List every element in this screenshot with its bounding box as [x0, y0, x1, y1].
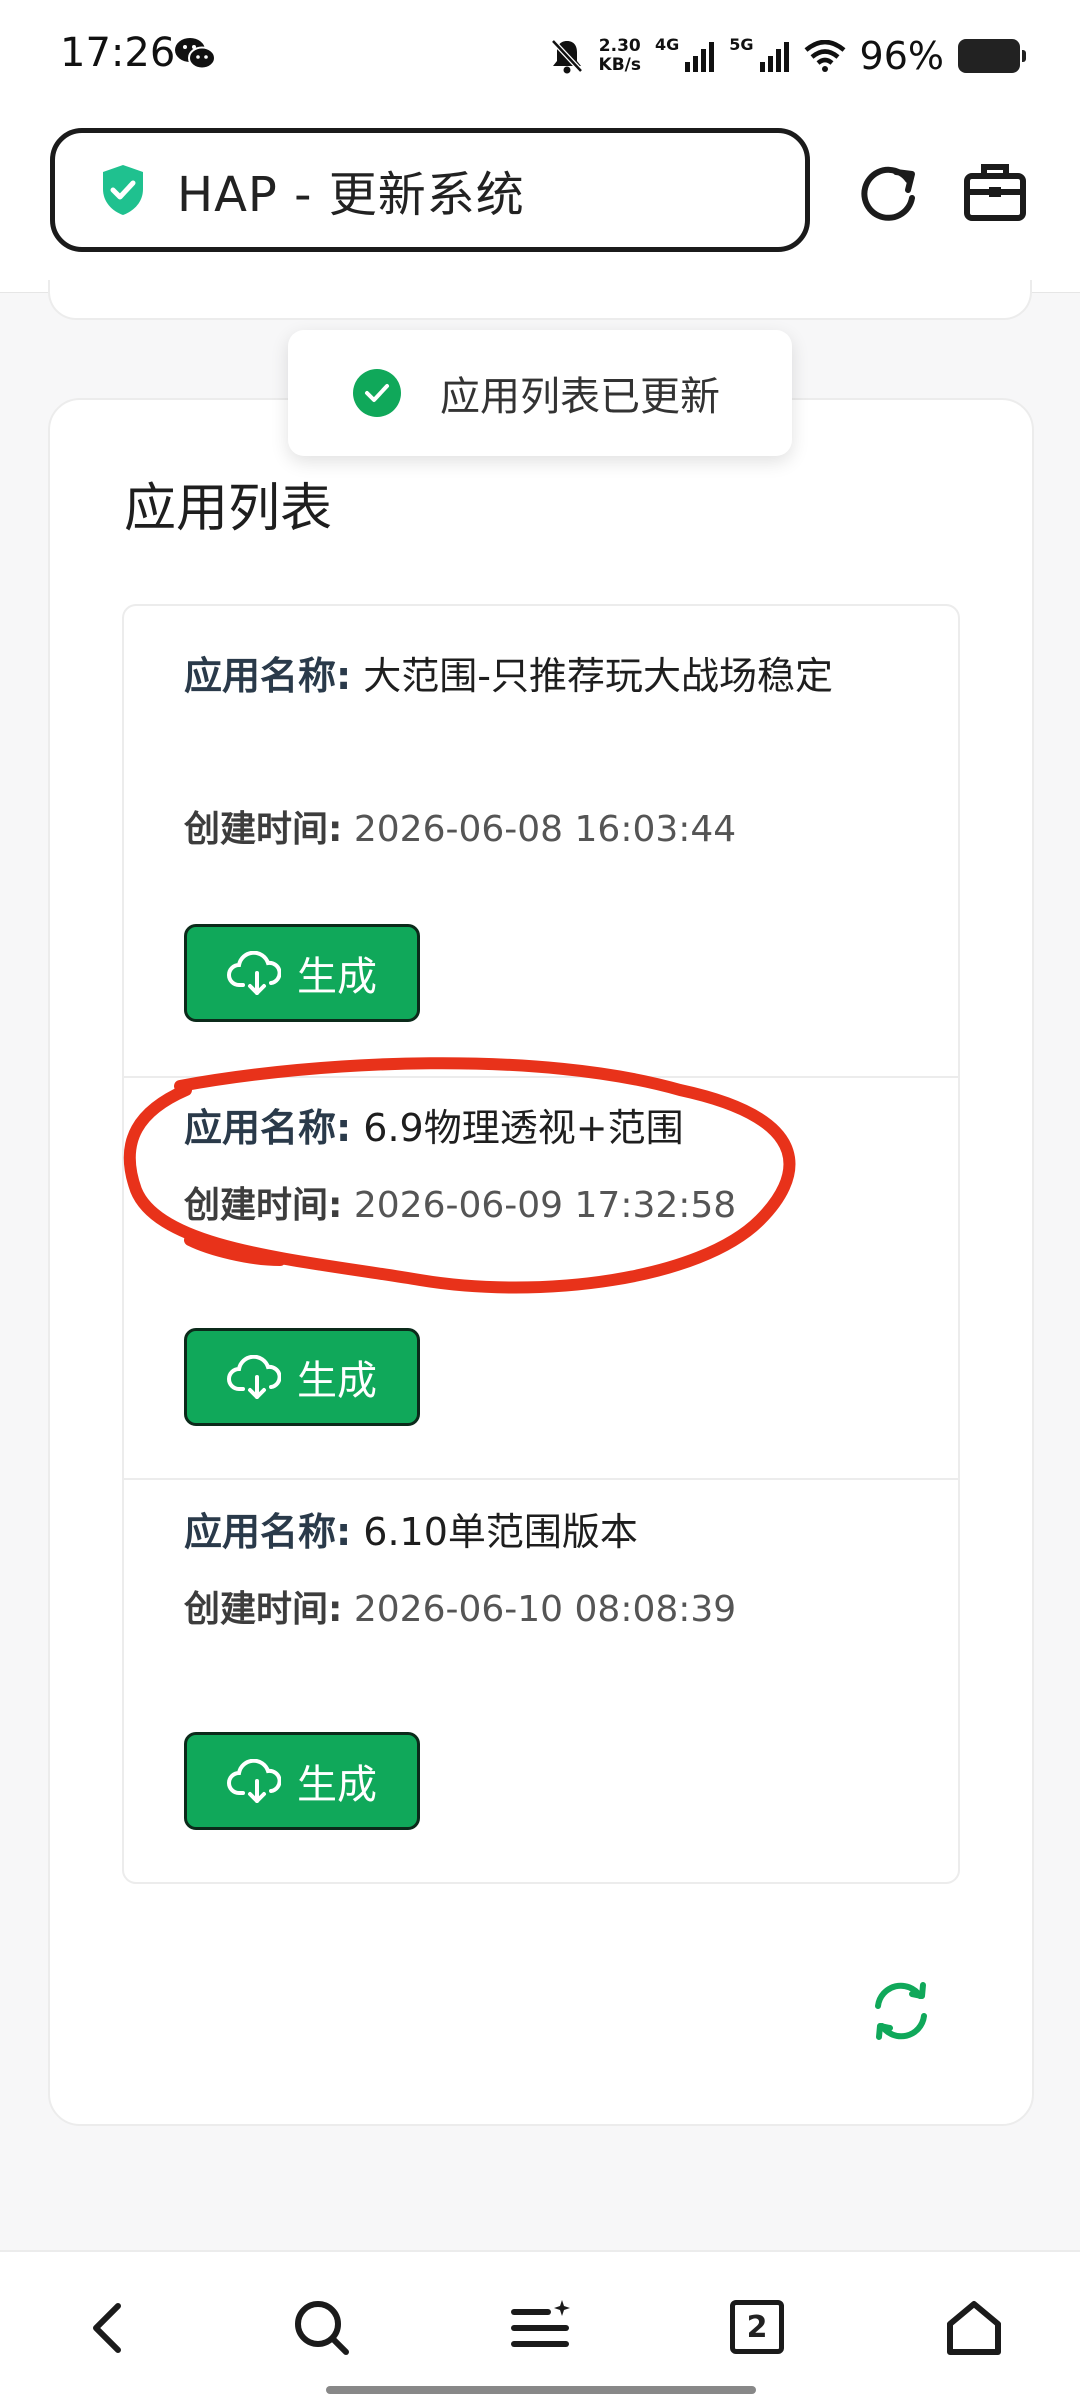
gesture-bar[interactable]: [326, 2386, 756, 2394]
signal-icon-2: [759, 42, 789, 72]
app-name: 应用名称: 6.10单范围版本: [184, 1490, 884, 1574]
network-label-5g: 5G: [729, 34, 754, 54]
generate-button-label: 生成: [297, 954, 377, 1000]
net-speed-value: 2.30: [598, 36, 641, 56]
battery-icon: [958, 39, 1026, 73]
list-item: 应用名称: 6.10单范围版本 创建时间: 2026-06-10 08:08:3…: [124, 1478, 958, 1882]
toast-message: 应用列表已更新: [440, 374, 720, 420]
check-circle-icon: [353, 369, 401, 417]
refresh-list-icon[interactable]: [868, 1978, 934, 2044]
tabs-button[interactable]: 2: [730, 2300, 784, 2354]
previous-card-edge: [48, 280, 1032, 320]
cloud-download-icon: [227, 951, 281, 995]
created-time-value: 2026-06-08 16:03:44: [353, 809, 737, 850]
back-icon[interactable]: [82, 2298, 134, 2358]
generate-button[interactable]: 生成: [184, 1732, 420, 1830]
address-bar[interactable]: HAP - 更新系统: [50, 128, 810, 252]
red-circle-annotation: [123, 1057, 796, 1294]
wechat-icon: [175, 38, 216, 70]
app-name-value: 6.10单范围版本: [363, 1510, 638, 1554]
signal-icon-1: [685, 42, 715, 72]
cloud-download-icon: [227, 1759, 281, 1803]
section-title: 应用列表: [124, 479, 333, 539]
app-name: 应用名称: 大范围-只推荐玩大战场稳定: [184, 634, 884, 718]
mute-bell-icon: [550, 39, 583, 74]
network-label-4g: 4G: [655, 34, 680, 54]
status-bar: 17:26 2.30 KB/s 4G 5G 96%: [0, 0, 1080, 112]
tab-count: 2: [746, 2309, 768, 2345]
status-indicators: 2.30 KB/s 4G 5G 96%: [549, 30, 1026, 82]
shield-check-icon: [103, 165, 143, 215]
app-name-label: 应用名称:: [184, 1510, 352, 1554]
generate-button[interactable]: 生成: [184, 924, 420, 1022]
bottom-navigation: 2: [0, 2250, 1080, 2402]
app-name-value: 大范围-只推荐玩大战场稳定: [363, 654, 834, 698]
created-time: 创建时间: 2026-06-08 16:03:44: [184, 800, 884, 860]
reload-icon[interactable]: [856, 162, 922, 228]
generate-button[interactable]: 生成: [184, 1328, 420, 1426]
net-speed: 2.30 KB/s: [599, 37, 641, 75]
status-time: 17:26: [60, 30, 176, 76]
created-time-label: 创建时间:: [184, 809, 343, 850]
search-icon[interactable]: [292, 2298, 352, 2358]
created-time-label: 创建时间:: [184, 1589, 343, 1630]
toast-notification: 应用列表已更新: [288, 330, 792, 456]
menu-sparkle-icon[interactable]: [510, 2298, 574, 2358]
browser-toolbar: HAP - 更新系统: [0, 112, 1080, 293]
home-icon[interactable]: [944, 2298, 1004, 2358]
generate-button-label: 生成: [297, 1762, 377, 1808]
created-time-value: 2026-06-10 08:08:39: [353, 1589, 737, 1630]
created-time: 创建时间: 2026-06-10 08:08:39: [184, 1580, 884, 1640]
generate-button-label: 生成: [297, 1358, 377, 1404]
cloud-download-icon: [227, 1355, 281, 1399]
net-speed-unit: KB/s: [598, 55, 641, 75]
battery-percent: 96%: [859, 34, 944, 78]
toolbox-icon[interactable]: [964, 162, 1026, 222]
page-title: HAP - 更新系统: [177, 167, 525, 223]
wifi-icon: [804, 40, 845, 72]
list-item: 应用名称: 大范围-只推荐玩大战场稳定 创建时间: 2026-06-08 16:…: [124, 606, 958, 1078]
app-name-label: 应用名称:: [184, 654, 352, 698]
